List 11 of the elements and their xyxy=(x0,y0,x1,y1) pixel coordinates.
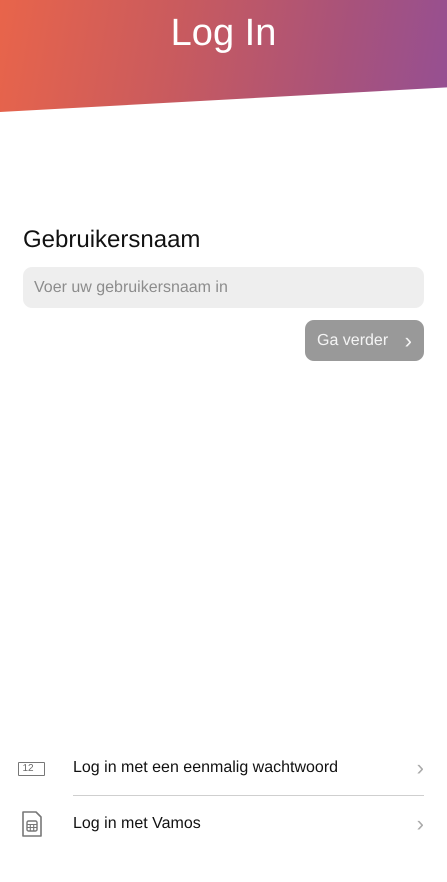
login-option[interactable]: 12 Log in met een eenmalig wachtwoord › xyxy=(0,741,447,796)
chevron-icon: › xyxy=(416,810,424,836)
code-icon: 12 xyxy=(18,762,45,776)
option-label: Log in met Vamos xyxy=(73,814,201,832)
username-field[interactable]: Voer uw gebruikersnaam in xyxy=(23,267,424,308)
chevron-icon: › xyxy=(416,755,424,781)
field-label: Gebruikersnaam xyxy=(23,225,202,255)
sim-card-icon xyxy=(20,810,42,838)
login-option[interactable]: Log in met Vamos › xyxy=(0,796,447,851)
page-title: Log In xyxy=(170,11,276,56)
option-label: Log in met een eenmalig wachtwoord xyxy=(73,759,338,777)
